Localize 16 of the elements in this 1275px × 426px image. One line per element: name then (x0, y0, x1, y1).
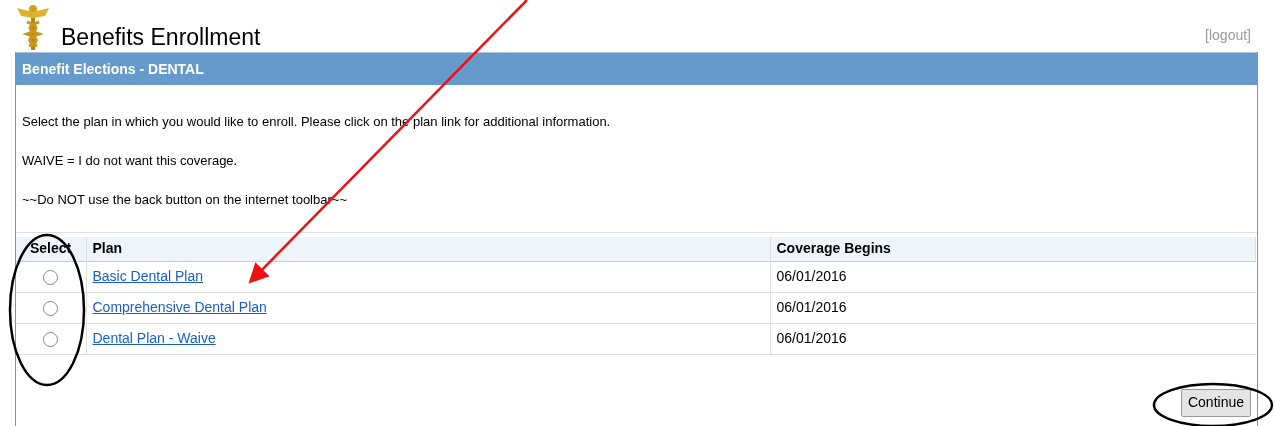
radio-button[interactable] (43, 331, 59, 347)
coverage-date: 06/01/2016 (776, 299, 847, 315)
continue-button[interactable]: Continue (1180, 388, 1251, 417)
plan-link[interactable]: Comprehensive Dental Plan (92, 299, 267, 315)
radio-button[interactable] (43, 269, 59, 285)
section-header: Benefit Elections - DENTAL (16, 52, 1257, 85)
column-header: Plan (86, 237, 770, 261)
column-header: Coverage Begins (770, 237, 1256, 261)
app-title: Benefits Enrollment (61, 26, 261, 49)
plan-link[interactable]: Basic Dental Plan (92, 268, 203, 284)
plan-link[interactable]: Dental Plan - Waive (92, 330, 216, 346)
instruction-text: WAIVE = I do not want this coverage. (22, 152, 239, 169)
coverage-date: 06/01/2016 (776, 268, 847, 284)
coverage-date: 06/01/2016 (776, 330, 847, 346)
caduceus-icon (15, 4, 51, 52)
radio-button[interactable] (43, 300, 59, 316)
